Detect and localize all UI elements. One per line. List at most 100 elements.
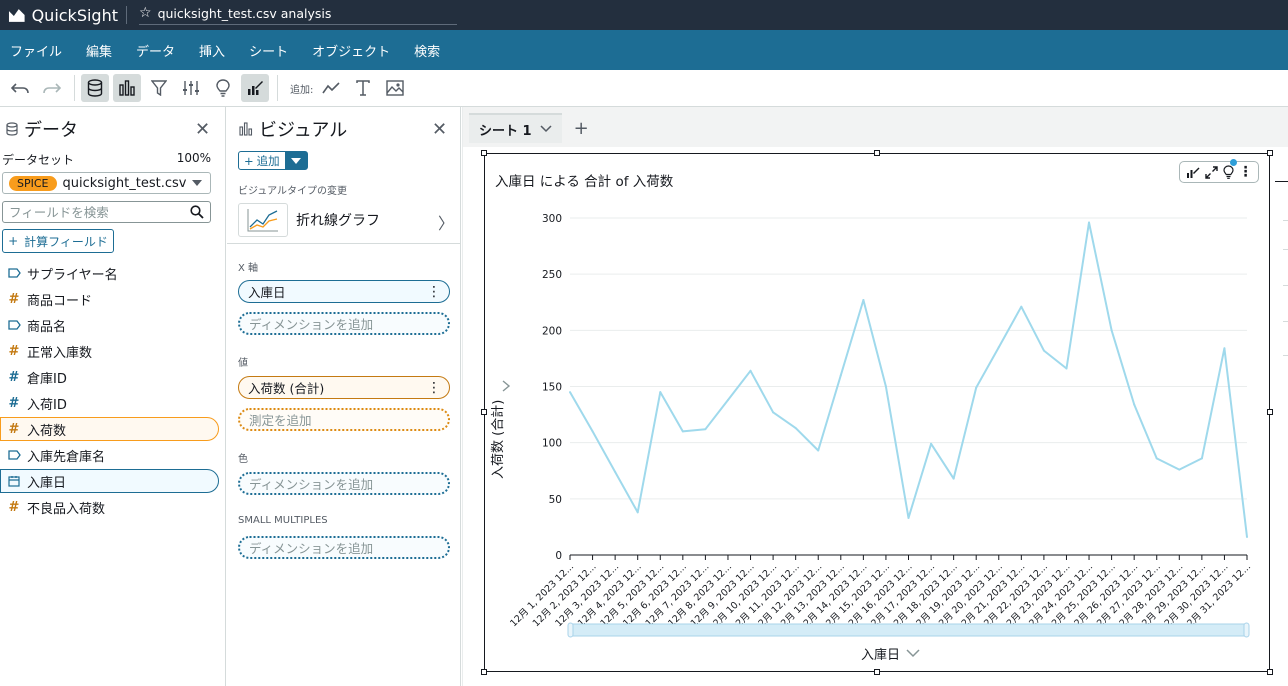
data-point[interactable] xyxy=(591,430,594,433)
more-options-icon[interactable]: ⋮ xyxy=(427,380,441,396)
data-point[interactable] xyxy=(1110,329,1113,332)
insights-button[interactable] xyxy=(209,74,237,102)
calendar-icon xyxy=(7,475,21,487)
edge-marker xyxy=(1283,249,1288,250)
menu-data[interactable]: データ xyxy=(136,41,175,60)
add-image-button[interactable] xyxy=(381,74,409,102)
data-point[interactable] xyxy=(930,442,933,445)
data-point[interactable] xyxy=(1178,468,1181,471)
line-chart-visual[interactable]: 入庫日 による 合計 of 入荷数 ⋮ 入荷数 (合計) 0 50 100 150 20… xyxy=(481,150,1273,675)
filter-button[interactable] xyxy=(145,74,173,102)
chevron-right-icon: 〉 xyxy=(437,214,454,233)
hash-icon: # xyxy=(8,343,20,359)
field-search[interactable] xyxy=(2,201,211,223)
field-item[interactable]: # 正常入庫数 xyxy=(0,339,219,363)
data-point[interactable] xyxy=(1042,349,1045,352)
data-point[interactable] xyxy=(569,391,571,394)
value-placeholder: 測定を追加 xyxy=(249,413,312,428)
quicksight-logo[interactable]: QuickSight xyxy=(0,6,118,25)
data-point[interactable] xyxy=(1155,457,1158,460)
range-handle-left[interactable] xyxy=(567,622,574,638)
field-item[interactable]: 商品名 xyxy=(0,313,219,337)
range-handle-right[interactable] xyxy=(1243,622,1250,638)
dataset-select[interactable]: SPICE quicksight_test.csv xyxy=(2,172,211,194)
add-calculated-field-button[interactable]: + 計算フィールド xyxy=(2,229,114,253)
data-point[interactable] xyxy=(1223,347,1226,350)
data-point[interactable] xyxy=(839,374,842,377)
add-sheet-icon[interactable]: + xyxy=(574,118,589,139)
field-item[interactable]: # 商品コード xyxy=(0,287,219,311)
small-multiples-add-dimension[interactable]: ディメンションを追加 xyxy=(238,536,450,559)
data-point[interactable] xyxy=(614,470,617,473)
data-point[interactable] xyxy=(726,398,729,401)
add-text-button[interactable] xyxy=(349,74,377,102)
toolbar-divider-2 xyxy=(277,75,278,101)
add-visual-button[interactable]: + 追加 xyxy=(239,152,285,169)
x-axis-title-group[interactable]: 入庫日 xyxy=(861,644,920,663)
menu-object[interactable]: オブジェクト xyxy=(312,41,390,60)
y-tick-label: 50 xyxy=(549,494,562,506)
data-point[interactable] xyxy=(1020,305,1023,308)
data-point[interactable] xyxy=(681,430,684,433)
data-point[interactable] xyxy=(997,346,1000,349)
data-point[interactable] xyxy=(1088,221,1091,224)
value-field-well[interactable]: 入荷数 (合計) ⋮ xyxy=(238,376,450,399)
data-point[interactable] xyxy=(1246,536,1248,539)
data-point[interactable] xyxy=(794,427,797,430)
field-search-input[interactable] xyxy=(9,204,179,220)
add-visual-dropdown[interactable] xyxy=(284,152,307,169)
data-point[interactable] xyxy=(817,449,820,452)
data-point[interactable] xyxy=(907,516,910,519)
visual-type-selector[interactable]: 折れ線グラフ 〉 xyxy=(238,202,456,238)
analysis-title[interactable]: ☆ quicksight_test.csv analysis xyxy=(139,5,457,25)
data-point[interactable] xyxy=(862,299,865,302)
data-point[interactable] xyxy=(1200,457,1203,460)
color-add-dimension[interactable]: ディメンションを追加 xyxy=(238,472,450,495)
field-item[interactable]: # 不良品入荷数 xyxy=(0,495,219,519)
search-icon[interactable] xyxy=(190,205,204,223)
add-visual-button[interactable] xyxy=(317,74,345,102)
data-point[interactable] xyxy=(1133,403,1136,406)
panel-divider xyxy=(227,243,461,244)
data-point[interactable] xyxy=(749,369,752,372)
data-point[interactable] xyxy=(975,386,978,389)
field-item[interactable]: サプライヤー名 xyxy=(0,261,219,285)
more-options-icon[interactable]: ⋮ xyxy=(427,284,441,300)
visual-panel-header: ビジュアル ✕ xyxy=(227,107,460,151)
parameters-button[interactable] xyxy=(177,74,205,102)
data-point[interactable] xyxy=(772,411,775,414)
tab-sheet-1[interactable]: シート 1 xyxy=(469,113,562,143)
menu-search[interactable]: 検索 xyxy=(414,41,440,60)
field-item[interactable]: # 入荷ID xyxy=(0,391,219,415)
value-add-measure[interactable]: 測定を追加 xyxy=(238,408,450,431)
data-point[interactable] xyxy=(1065,367,1068,370)
data-point[interactable] xyxy=(636,511,639,514)
sheet-tabs: シート 1 + xyxy=(469,113,589,143)
undo-button[interactable] xyxy=(6,74,34,102)
field-name: 商品コード xyxy=(27,293,93,309)
edge-marker xyxy=(1275,181,1288,182)
series-line[interactable] xyxy=(569,221,1248,538)
field-item[interactable]: 入庫日 xyxy=(0,469,219,493)
format-visual-button[interactable] xyxy=(241,74,269,102)
menu-sheet[interactable]: シート xyxy=(249,41,288,60)
menu-insert[interactable]: 挿入 xyxy=(199,41,225,60)
menu-edit[interactable]: 編集 xyxy=(86,41,112,60)
field-item[interactable]: # 入荷数 xyxy=(0,417,219,441)
redo-button[interactable] xyxy=(38,74,66,102)
visual-panel-toggle[interactable] xyxy=(113,74,141,102)
field-item[interactable]: # 倉庫ID xyxy=(0,365,219,389)
range-scrollbar[interactable] xyxy=(569,623,1248,637)
data-point[interactable] xyxy=(704,428,707,431)
data-point[interactable] xyxy=(884,385,887,388)
close-data-panel-icon[interactable]: ✕ xyxy=(195,119,210,140)
x-axis-add-dimension[interactable]: ディメンションを追加 xyxy=(238,312,450,335)
star-icon[interactable]: ☆ xyxy=(139,5,152,21)
menu-file[interactable]: ファイル xyxy=(10,41,62,60)
data-point[interactable] xyxy=(952,477,955,480)
x-axis-field-well[interactable]: 入庫日 ⋮ xyxy=(238,280,450,303)
close-visual-panel-icon[interactable]: ✕ xyxy=(432,119,447,140)
data-panel-toggle[interactable] xyxy=(81,74,109,102)
data-point[interactable] xyxy=(659,391,662,394)
field-item[interactable]: 入庫先倉庫名 xyxy=(0,443,219,467)
